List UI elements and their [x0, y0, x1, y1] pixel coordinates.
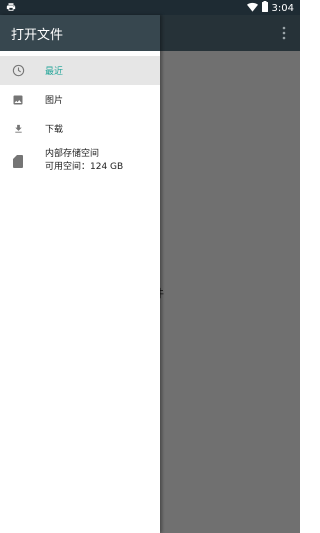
wifi-icon [246, 2, 258, 15]
drawer-item-label: 内部存储空间 [45, 149, 100, 159]
storage-free-space: 可用空间：124 GB [45, 162, 124, 172]
drawer-item-label: 下载 [45, 125, 64, 135]
status-time: 3:04 [271, 2, 294, 14]
drawer-item-label: 图片 [45, 96, 64, 106]
drawer-item-downloads[interactable]: 下载 [0, 114, 160, 143]
drawer-title: 打开文件 [11, 27, 64, 43]
clock-icon [11, 64, 25, 78]
sd-card-icon [11, 154, 25, 168]
drawer-item-images[interactable]: 图片 [0, 85, 160, 114]
printer-icon [6, 2, 16, 15]
navigation-drawer: 打开文件 最近 图片 下载 内部存储空间 可用空间：124 GB [0, 15, 160, 533]
battery-icon [261, 1, 268, 15]
download-icon [11, 122, 25, 136]
status-bar: 3:04 [0, 0, 300, 15]
image-icon [11, 93, 25, 107]
more-vert-icon[interactable] [274, 21, 294, 45]
drawer-item-internal-storage[interactable]: 内部存储空间 可用空间：124 GB [0, 143, 160, 179]
drawer-list: 最近 图片 下载 内部存储空间 可用空间：124 GB [0, 51, 160, 179]
drawer-item-label: 最近 [45, 67, 64, 77]
drawer-item-recent[interactable]: 最近 [0, 56, 160, 85]
drawer-header: 打开文件 [0, 15, 160, 51]
